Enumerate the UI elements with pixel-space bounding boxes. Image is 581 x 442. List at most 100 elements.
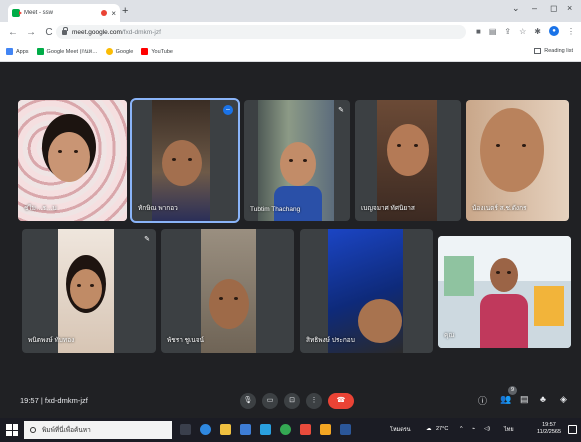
page-icon[interactable]: ▤ xyxy=(489,27,497,36)
participant-face xyxy=(209,279,249,329)
participant-tile[interactable]: สิทธิพงษ์ ประกอบ xyxy=(300,229,433,353)
system-clock[interactable]: 19:57 11/2/2565 xyxy=(537,422,561,436)
classroom-decoration xyxy=(444,256,474,296)
close-window-button[interactable]: × xyxy=(567,3,572,13)
camera-button[interactable]: ▭ xyxy=(262,393,278,409)
search-placeholder: พิมพ์ที่นี่เพื่อค้นหา xyxy=(42,427,91,434)
star-icon[interactable]: ☆ xyxy=(519,27,526,36)
back-button[interactable]: ← xyxy=(8,27,18,38)
tab-close-button[interactable]: × xyxy=(111,9,116,18)
forward-button[interactable]: → xyxy=(26,27,36,38)
youtube-icon xyxy=(141,48,149,55)
tab-title: Meet - ssw xyxy=(24,10,54,16)
browser-tab[interactable]: Meet - ssw × xyxy=(8,4,120,22)
start-button[interactable] xyxy=(6,424,18,436)
weather-label[interactable]: โหมดรน xyxy=(390,426,411,434)
participant-name: น้องเนตร์ ส.ช.ดังกร xyxy=(472,205,527,212)
apps-grid-icon xyxy=(6,48,13,55)
people-icon[interactable]: 👥 xyxy=(500,394,511,405)
taskbar-search-input[interactable]: พิมพ์ที่นี่เพื่อค้นหา xyxy=(24,421,172,439)
participant-face xyxy=(280,142,316,186)
mail-icon[interactable] xyxy=(260,424,271,435)
participant-video xyxy=(201,229,256,353)
cloud-icon[interactable]: ☁ xyxy=(426,426,432,432)
chevron-down-icon[interactable]: ⌄ xyxy=(512,3,520,14)
participant-tile[interactable]: ✎ Tubtim Thachang xyxy=(244,100,350,221)
participant-face xyxy=(387,124,429,176)
new-tab-button[interactable]: + xyxy=(122,5,128,17)
bookmark-label: Google Meet (กนห… xyxy=(46,48,98,55)
bookmark-youtube[interactable]: YouTube xyxy=(141,48,173,55)
bookmarks-bar: Apps Google Meet (กนห… Google YouTube Re… xyxy=(0,42,581,62)
participant-tile-self[interactable]: คุณ xyxy=(438,236,571,348)
end-call-button[interactable]: ☎ xyxy=(328,393,354,409)
participant-shirt xyxy=(274,186,322,221)
minimize-button[interactable]: – xyxy=(532,3,537,13)
participant-tile[interactable]: ✎ พนิตพงษ์ ทับทอง xyxy=(22,229,156,353)
share-icon[interactable]: ⇪ xyxy=(504,27,511,36)
bookmark-label: Apps xyxy=(16,48,29,55)
task-view-icon[interactable] xyxy=(180,424,191,435)
reload-button[interactable]: C xyxy=(44,27,54,38)
participant-face xyxy=(480,108,544,192)
reading-list-button[interactable]: Reading list xyxy=(534,48,573,54)
lock-icon[interactable] xyxy=(62,26,68,35)
profile-avatar[interactable]: ● xyxy=(549,26,559,36)
microphone-button[interactable]: 🎙 xyxy=(240,393,256,409)
chat-icon[interactable]: ▤ xyxy=(520,394,529,405)
edge-icon[interactable] xyxy=(200,424,211,435)
reading-list-icon xyxy=(534,48,542,54)
bookmark-label: YouTube xyxy=(151,48,173,55)
host-controls-icon[interactable]: ◈ xyxy=(560,394,567,405)
participant-tile[interactable]: พัชรา ชูเนจน์ xyxy=(161,229,294,353)
app-icon[interactable] xyxy=(300,424,311,435)
present-screen-button[interactable]: ⊡ xyxy=(284,393,300,409)
participant-name: พนิตพงษ์ ทับทอง xyxy=(28,337,75,344)
bookmark-apps[interactable]: Apps xyxy=(6,48,29,55)
participant-tile[interactable]: ชไม…ร…บ xyxy=(18,100,127,221)
url-path: /fxd-dmkm-jzf xyxy=(121,28,161,36)
participant-name: ชไม…ร…บ xyxy=(24,205,57,212)
meet-favicon-icon xyxy=(12,9,22,17)
network-icon[interactable]: ⌁ xyxy=(472,426,475,432)
maximize-button[interactable]: ◻ xyxy=(550,3,557,14)
participant-tile[interactable]: น้องเนตร์ ส.ช.ดังกร xyxy=(466,100,569,221)
participant-tile-active[interactable]: – ทักษิณ พากอว xyxy=(130,98,240,223)
url-host: meet.google.com xyxy=(72,28,122,36)
participant-face xyxy=(48,132,90,182)
participant-name: เบญจมาศ ทัศนิยาส xyxy=(361,205,415,212)
file-explorer-icon[interactable] xyxy=(220,424,231,435)
activities-icon[interactable]: ♣ xyxy=(540,394,546,404)
classroom-decoration xyxy=(534,286,564,326)
app-icon[interactable] xyxy=(320,424,331,435)
more-options-icon[interactable]: – xyxy=(223,105,233,115)
address-bar-row: ← → C meet.google.com /fxd-dmkm-jzf ■ ▤ … xyxy=(0,22,581,42)
notification-icon[interactable] xyxy=(568,425,577,434)
reading-list-label: Reading list xyxy=(544,48,573,54)
tray-chevron-icon[interactable]: ^ xyxy=(460,426,463,432)
search-icon xyxy=(30,427,36,433)
store-icon[interactable] xyxy=(240,424,251,435)
input-language[interactable]: ไทย xyxy=(504,426,514,434)
temperature[interactable]: 27°C xyxy=(436,426,448,432)
mic-off-icon: ✎ xyxy=(338,107,344,114)
menu-icon[interactable]: ⋮ xyxy=(567,27,575,36)
bookmark-label: Google xyxy=(115,48,134,55)
participant-name: ทักษิณ พากอว xyxy=(138,205,178,212)
more-options-button[interactable]: ⋮ xyxy=(306,393,322,409)
participant-name: พัชรา ชูเนจน์ xyxy=(167,337,204,344)
bookmark-google[interactable]: Google xyxy=(105,48,134,55)
info-icon[interactable]: ⓘ xyxy=(478,394,487,407)
bookmark-google-meet[interactable]: Google Meet (กนห… xyxy=(36,48,98,56)
url-input[interactable]: meet.google.com /fxd-dmkm-jzf xyxy=(56,25,466,39)
extensions-icon[interactable]: ✱ xyxy=(534,27,541,36)
participant-name: สิทธิพงษ์ ประกอบ xyxy=(306,337,355,344)
participant-tile[interactable]: เบญจมาศ ทัศนิยาส xyxy=(355,100,461,221)
participant-shirt xyxy=(480,294,528,348)
camera-icon[interactable]: ■ xyxy=(476,27,481,36)
word-icon[interactable] xyxy=(340,424,351,435)
volume-icon[interactable]: ◁) xyxy=(484,426,490,432)
meeting-info: 19:57 | fxd-dmkm-jzf xyxy=(20,396,88,405)
meet-control-bar: 19:57 | fxd-dmkm-jzf 🎙 ▭ ⊡ ⋮ ☎ ⓘ 9 👥 ▤ ♣… xyxy=(0,384,581,418)
chrome-icon[interactable] xyxy=(280,424,291,435)
